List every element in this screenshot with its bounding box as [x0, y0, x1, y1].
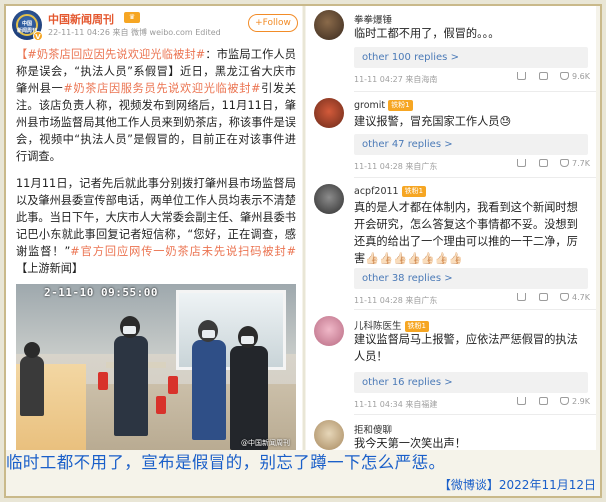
commenter-name[interactable]: gromit 铁粉1	[354, 100, 413, 111]
like-button[interactable]: 2.9K	[560, 397, 590, 406]
comment-text: 建议报警，冒充国家工作人员😓	[354, 115, 512, 128]
commenter-avatar[interactable]	[314, 184, 344, 214]
post-body: 【#奶茶店回应因先说欢迎光临被封#：市监局工作人员称是误会，“执法人员”系假冒】…	[16, 46, 296, 287]
comment-separator	[354, 91, 596, 92]
share-icon[interactable]	[517, 72, 527, 81]
commenter-name[interactable]: 拳拳爆锤	[354, 12, 392, 26]
topic-link[interactable]: #奶茶店因服务员先说欢迎光临被封#	[63, 82, 260, 95]
reply-icon[interactable]	[538, 293, 548, 302]
commenter-avatar[interactable]	[314, 10, 344, 40]
comment-actions: 7.7K	[507, 159, 590, 168]
post-paragraph-2: 11月11日，记者先后就此事分别拨打肇州县市场监督局以及肇州县委宣传部电话，两单…	[16, 175, 296, 277]
comment-text: 建议监督局马上报警，应依法严惩假冒的执法人员！	[354, 333, 578, 363]
commenter-name-text: acpf2011	[354, 186, 399, 197]
share-icon[interactable]	[517, 159, 527, 168]
comment-text: 真的是人才都在体制内，我看到这个新闻时想开会研究，怎么答复这个事情都不妥。没想到…	[354, 201, 578, 265]
reply-icon[interactable]	[538, 72, 548, 81]
photo-person	[192, 340, 226, 440]
comment-separator	[354, 309, 596, 310]
comment-text: 临时工都不用了，假冒的。。。	[354, 27, 500, 40]
commenter-name[interactable]: 儿科陈医生 铁粉1	[354, 318, 429, 332]
comment-meta: 11-11 04:28 来自广东	[354, 296, 438, 305]
comment-separator	[354, 414, 596, 415]
comment-item: acpf2011 铁粉1 真的是人才都在体制内，我看到这个新闻时想开会研究，怎么答…	[306, 180, 596, 310]
commenter-avatar[interactable]	[314, 420, 344, 450]
reply-icon[interactable]	[538, 159, 548, 168]
photo-person-head	[24, 342, 40, 358]
comment-meta: 11-11 04:27 来自海南	[354, 75, 438, 84]
commenter-avatar[interactable]	[314, 316, 344, 346]
post-paragraph-1: 【#奶茶店回应因先说欢迎光临被封#：市监局工作人员称是误会，“执法人员”系假冒】…	[16, 46, 296, 165]
like-button[interactable]: 7.7K	[560, 159, 590, 168]
avatar-text-top: 中国	[21, 21, 32, 27]
weibo-post: 中国 新闻周刊 Ⅴ 中国新闻周刊 ♛ 22-11-11 04:26 来自 微博 …	[6, 6, 302, 450]
share-icon[interactable]	[517, 397, 527, 406]
post-meta: 22-11-11 04:26 来自 微博 weibo.com Edited	[48, 28, 221, 37]
like-icon	[560, 159, 570, 167]
post-text: 【上游新闻】	[16, 262, 84, 275]
panel-divider	[303, 6, 305, 450]
like-button[interactable]: 9.6K	[560, 72, 590, 81]
surveillance-photo[interactable]: 2-11-10 09:55:00 @中国新闻周刊	[16, 284, 296, 450]
comment-actions: 9.6K	[507, 72, 590, 81]
like-count: 2.9K	[572, 397, 590, 406]
photo-chair	[156, 396, 166, 414]
like-count: 4.7K	[572, 293, 590, 302]
photo-chair	[98, 372, 108, 390]
like-icon	[560, 397, 570, 405]
photo-chair	[168, 376, 178, 394]
vip-crown-icon: ♛	[124, 12, 140, 23]
comment-meta: 11-11 04:28 来自广东	[354, 162, 438, 171]
comment-item: 拳拳爆锤 临时工都不用了，假冒的。。。 other 100 replies > …	[306, 6, 596, 94]
comment-meta: 11-11 04:34 来自福建	[354, 400, 438, 409]
like-icon	[560, 72, 570, 80]
comment-text: 我今天第一次笑出声！	[354, 437, 466, 450]
reply-icon[interactable]	[538, 397, 548, 406]
more-replies-link[interactable]: other 38 replies >	[354, 268, 588, 289]
like-button[interactable]: 4.7K	[560, 293, 590, 302]
photo-watermark: @中国新闻周刊	[241, 439, 290, 447]
like-count: 7.7K	[572, 159, 590, 168]
photo-mask	[202, 330, 215, 338]
signature-text: 【微博谈】2022年11月12日	[438, 478, 596, 492]
fan-badge: 铁粉1	[401, 186, 427, 197]
comment-actions: 2.9K	[507, 397, 590, 406]
share-icon[interactable]	[517, 293, 527, 302]
commenter-name-text: gromit	[354, 100, 386, 111]
photo-person	[114, 336, 148, 436]
photo-timestamp: 2-11-10 09:55:00	[44, 286, 158, 299]
post-header: 中国 新闻周刊 Ⅴ 中国新闻周刊 ♛ 22-11-11 04:26 来自 微博 …	[6, 6, 302, 42]
commenter-name[interactable]: 拒和傻聊	[354, 422, 392, 436]
topic-link[interactable]: 【#奶茶店回应因先说欢迎光临被封#	[16, 48, 205, 61]
more-replies-link[interactable]: other 16 replies >	[354, 372, 588, 393]
photo-person	[20, 356, 44, 416]
photo-mask	[241, 336, 254, 344]
commenter-avatar[interactable]	[314, 98, 344, 128]
verified-badge-icon: Ⅴ	[33, 31, 43, 41]
comment-item: 儿科陈医生 铁粉1 建议监督局马上报警，应依法严惩假冒的执法人员！ other 1…	[306, 312, 596, 416]
more-replies-link[interactable]: other 100 replies >	[354, 47, 588, 68]
comment-item: gromit 铁粉1 建议报警，冒充国家工作人员😓 other 47 replie…	[306, 94, 596, 180]
like-icon	[560, 293, 570, 301]
follow-button[interactable]: +Follow	[248, 14, 298, 32]
topic-link[interactable]: #官方回应网传一奶茶店未先说扫码被封#	[70, 245, 296, 258]
photo-mask	[123, 326, 136, 334]
comment-separator	[354, 177, 596, 178]
comment-actions: 4.7K	[507, 293, 590, 302]
like-count: 9.6K	[572, 72, 590, 81]
comments-panel: 拳拳爆锤 临时工都不用了，假冒的。。。 other 100 replies > …	[306, 6, 596, 450]
photo-person	[230, 346, 268, 450]
fan-badge: 铁粉1	[388, 100, 413, 111]
more-replies-link[interactable]: other 47 replies >	[354, 134, 588, 155]
commenter-name[interactable]: acpf2011 铁粉1	[354, 186, 427, 197]
account-name[interactable]: 中国新闻周刊	[48, 11, 114, 27]
caption-text: 临时工都不用了，宣布是假冒的，别忘了蹲一下怎么严惩。	[6, 453, 446, 472]
comment-item: 拒和傻聊 我今天第一次笑出声！	[306, 416, 596, 450]
